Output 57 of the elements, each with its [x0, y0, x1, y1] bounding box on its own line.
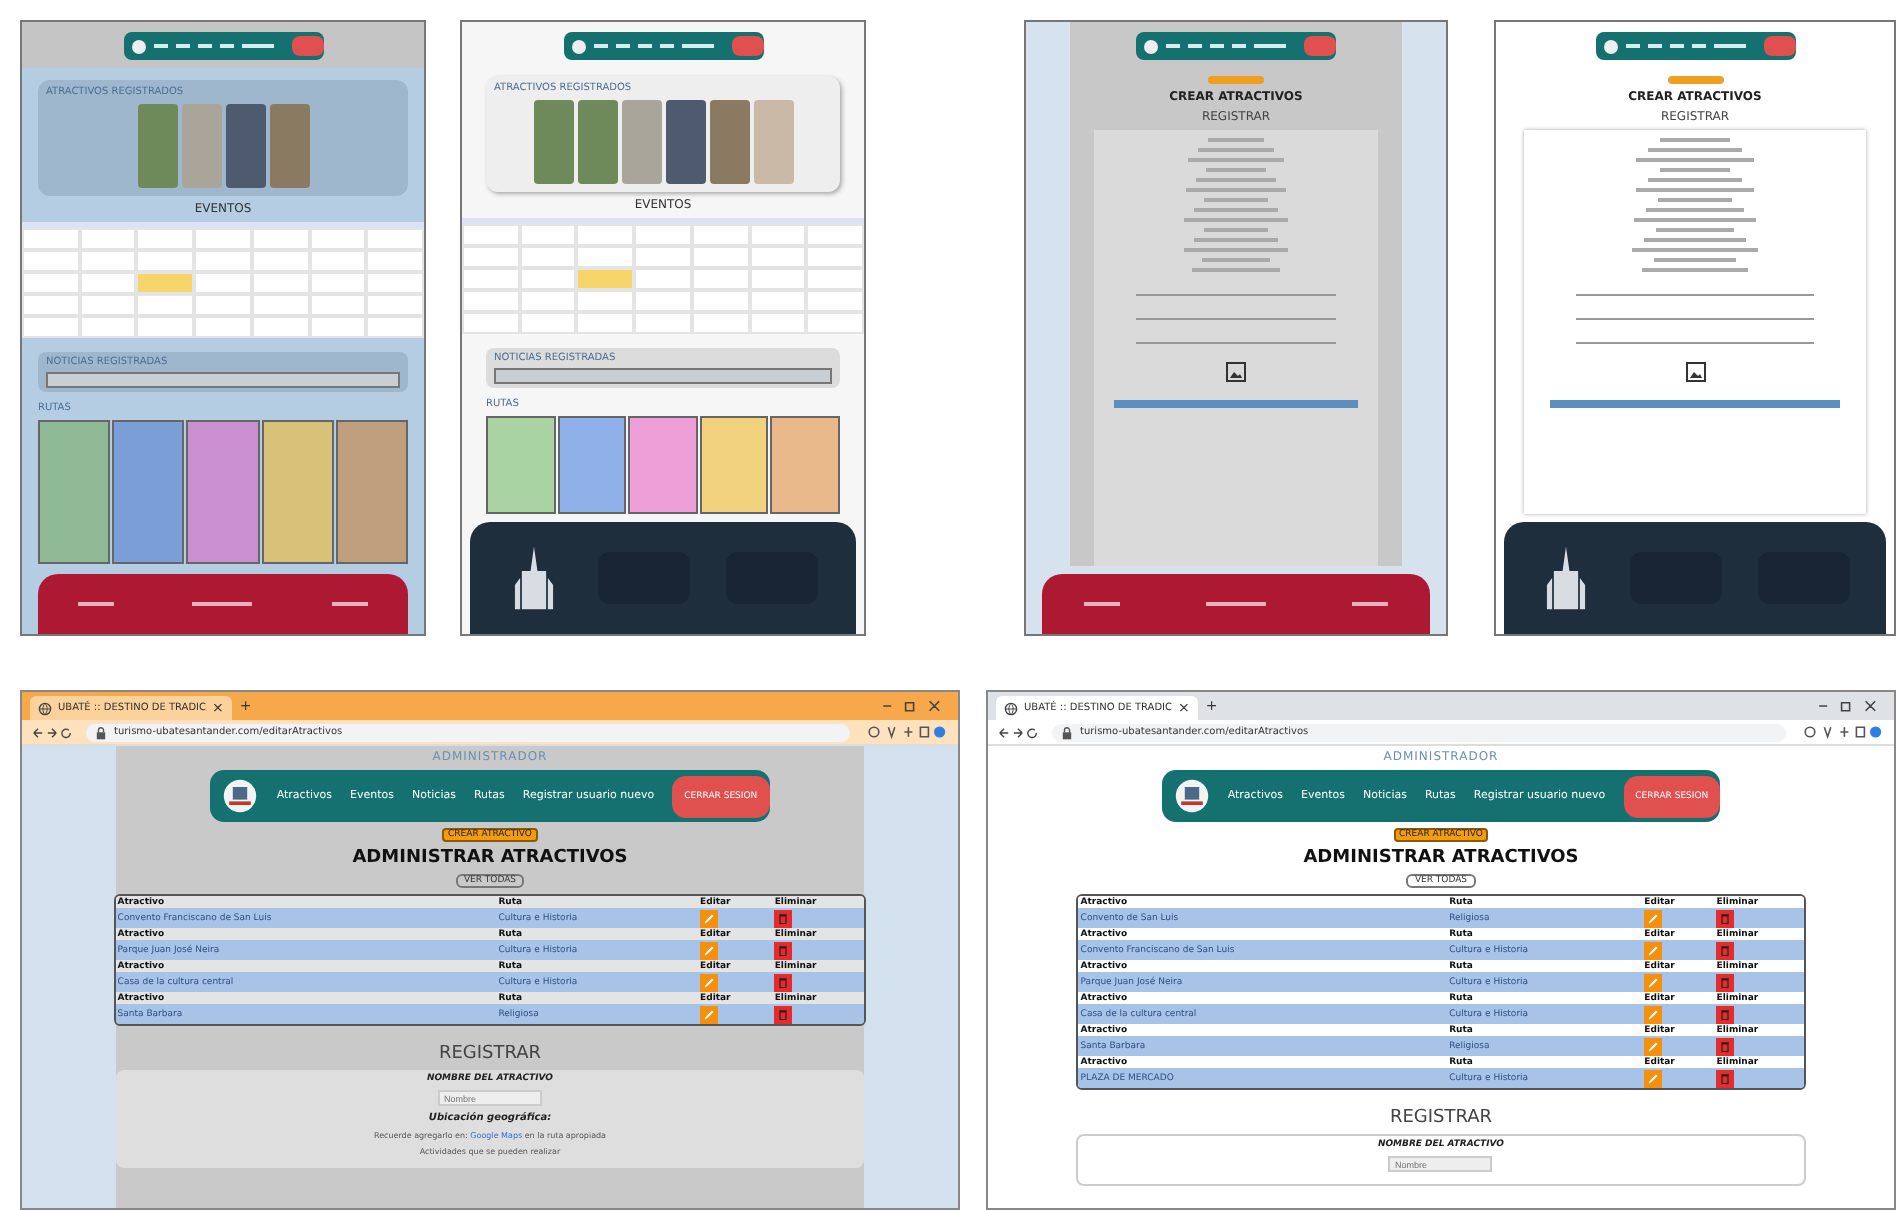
edit-pencil-icon[interactable]: [700, 941, 719, 959]
lock-icon: [94, 725, 108, 739]
section-title: REGISTRAR: [1389, 1108, 1493, 1128]
edit-pencil-icon[interactable]: [1644, 973, 1663, 991]
photo-placeholder: [269, 104, 309, 188]
edit-pencil-icon[interactable]: [1644, 909, 1663, 927]
edit-pencil-icon[interactable]: [700, 973, 719, 991]
photo-placeholder: [225, 104, 265, 188]
window-controls-icon[interactable]: [1814, 698, 1882, 714]
delete-trash-icon[interactable]: [1716, 909, 1735, 927]
globe-icon: [38, 701, 52, 715]
photo-placeholder: [621, 100, 661, 184]
delete-trash-icon[interactable]: [774, 1005, 793, 1023]
lock-icon: [1060, 725, 1074, 739]
photo-placeholder: [577, 100, 617, 184]
photo-placeholder: [665, 100, 705, 184]
delete-trash-icon[interactable]: [774, 941, 793, 959]
window-controls-icon[interactable]: [878, 698, 946, 714]
delete-trash-icon[interactable]: [1716, 941, 1735, 959]
photo-placeholder: [137, 104, 177, 188]
logo-icon: [131, 39, 145, 53]
delete-trash-icon[interactable]: [774, 909, 793, 927]
image-upload-icon[interactable]: [1226, 362, 1246, 382]
small-button[interactable]: [1667, 76, 1723, 84]
edit-pencil-icon[interactable]: [700, 1005, 719, 1023]
photo-placeholder: [533, 100, 573, 184]
logo-icon: [1144, 39, 1158, 53]
logo-icon[interactable]: [1173, 778, 1210, 814]
delete-trash-icon[interactable]: [1716, 1069, 1735, 1087]
photo-placeholder: [181, 104, 221, 188]
toolbar-icons[interactable]: [1798, 724, 1886, 740]
edit-pencil-icon[interactable]: [1644, 941, 1663, 959]
edit-pencil-icon[interactable]: [1644, 1069, 1663, 1087]
edit-pencil-icon[interactable]: [700, 909, 719, 927]
page-title: ADMINISTRAR ATRACTIVOS: [1303, 848, 1579, 868]
image-upload-icon[interactable]: [1685, 362, 1705, 382]
navigation-icons[interactable]: [996, 725, 1040, 739]
logout-button[interactable]: [1304, 36, 1336, 56]
logo-icon: [1603, 39, 1617, 53]
logo-icon[interactable]: [222, 778, 259, 814]
delete-trash-icon[interactable]: [774, 973, 793, 991]
logout-button[interactable]: [1763, 36, 1795, 56]
section-title: REGISTRAR: [438, 1044, 542, 1064]
logout-button[interactable]: [731, 36, 763, 56]
logout-button[interactable]: [291, 36, 323, 56]
toolbar-icons[interactable]: [862, 724, 950, 740]
globe-icon: [1004, 701, 1018, 715]
edit-pencil-icon[interactable]: [1644, 1037, 1663, 1055]
page-title: ADMINISTRAR ATRACTIVOS: [352, 848, 628, 868]
edit-pencil-icon[interactable]: [1644, 1005, 1663, 1023]
photo-placeholder: [753, 100, 793, 184]
logo-icon: [571, 39, 585, 53]
photo-placeholder: [709, 100, 749, 184]
delete-trash-icon[interactable]: [1716, 973, 1735, 991]
delete-trash-icon[interactable]: [1716, 1005, 1735, 1023]
navigation-icons[interactable]: [30, 725, 74, 739]
delete-trash-icon[interactable]: [1716, 1037, 1735, 1055]
